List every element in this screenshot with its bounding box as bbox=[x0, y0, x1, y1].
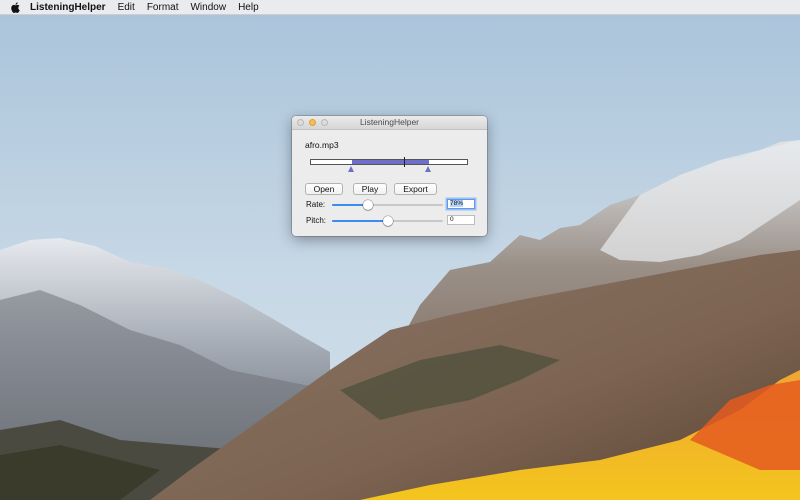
playhead-marker[interactable] bbox=[404, 157, 406, 167]
menu-app-name[interactable]: ListeningHelper bbox=[30, 2, 106, 13]
play-button[interactable]: Play bbox=[353, 183, 387, 195]
window-title: ListeningHelper bbox=[359, 117, 420, 127]
playback-range-bar[interactable] bbox=[310, 157, 468, 167]
menu-window[interactable]: Window bbox=[190, 2, 226, 13]
window-titlebar[interactable]: ListeningHelper bbox=[292, 116, 487, 130]
export-button[interactable]: Export bbox=[394, 183, 437, 195]
menu-bar: ListeningHelper Edit Format Window Help bbox=[0, 0, 800, 15]
pitch-slider-knob[interactable] bbox=[382, 216, 393, 226]
rate-slider[interactable] bbox=[332, 200, 443, 210]
selected-range bbox=[352, 160, 430, 164]
open-button[interactable]: Open bbox=[305, 183, 343, 195]
menu-edit[interactable]: Edit bbox=[118, 2, 135, 13]
rate-value-text: 78% bbox=[450, 200, 464, 207]
menu-help[interactable]: Help bbox=[238, 2, 259, 13]
pitch-value-text: 0 bbox=[450, 216, 454, 223]
rate-value-field[interactable]: 78% bbox=[447, 199, 475, 209]
apple-logo-icon[interactable] bbox=[0, 1, 30, 13]
menu-format[interactable]: Format bbox=[147, 2, 179, 13]
pitch-label: Pitch: bbox=[306, 216, 327, 225]
pitch-slider[interactable] bbox=[332, 216, 443, 226]
rate-label: Rate: bbox=[306, 200, 326, 209]
pitch-slider-fill bbox=[332, 220, 388, 222]
app-window: ListeningHelper afro.mp3 Open Play Expor… bbox=[292, 116, 487, 236]
rate-slider-knob[interactable] bbox=[362, 200, 373, 210]
pitch-value-field[interactable]: 0 bbox=[447, 215, 475, 225]
file-name-label: afro.mp3 bbox=[305, 140, 339, 150]
desktop-wallpaper bbox=[0, 0, 800, 500]
range-start-handle[interactable] bbox=[347, 166, 354, 172]
range-end-handle[interactable] bbox=[425, 166, 431, 172]
